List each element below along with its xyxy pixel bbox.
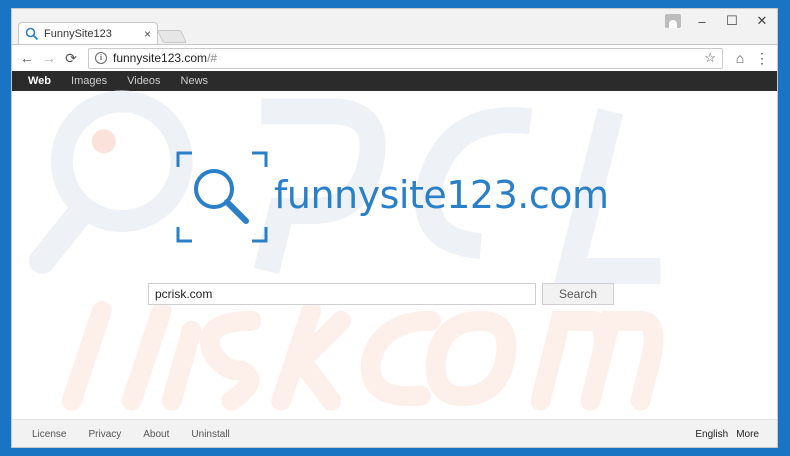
tab-close-icon[interactable]: ×	[144, 27, 151, 41]
logo-text: funnysite123.com	[274, 173, 609, 217]
footer: License Privacy About Uninstall English …	[12, 419, 777, 447]
browser-window: FunnySite123 × – ☐ ✕ ← → ⟳ i funnysite12…	[11, 8, 778, 448]
footer-link-about[interactable]: About	[143, 429, 169, 440]
back-button[interactable]: ←	[16, 47, 38, 69]
profile-icon[interactable]	[665, 14, 681, 28]
search-button[interactable]: Search	[542, 283, 614, 305]
footer-link-license[interactable]: License	[32, 429, 66, 440]
tab-title: FunnySite123	[44, 28, 112, 40]
site-logo: funnysite123.com	[176, 151, 636, 243]
window-controls: – ☐ ✕	[665, 9, 777, 33]
bookmark-star-icon[interactable]: ☆	[704, 50, 716, 66]
pcrisk-watermark	[28, 90, 664, 411]
new-tab-button[interactable]	[156, 30, 188, 43]
nav-images[interactable]: Images	[61, 75, 117, 87]
page-content: Web Images Videos News funnysite123.com …	[12, 71, 777, 447]
top-navigation: Web Images Videos News	[12, 71, 777, 91]
search-input[interactable]	[148, 283, 536, 305]
nav-web[interactable]: Web	[18, 75, 61, 87]
close-window-button[interactable]: ✕	[747, 9, 777, 33]
browser-menu-button[interactable]: ⋮	[751, 47, 773, 69]
minimize-button[interactable]: –	[687, 9, 717, 33]
magnifier-logo-icon	[176, 151, 268, 243]
browser-tab[interactable]: FunnySite123 ×	[18, 22, 158, 45]
title-bar: FunnySite123 × – ☐ ✕	[12, 9, 777, 45]
nav-news[interactable]: News	[171, 75, 219, 87]
url-host: funnysite123.com	[113, 51, 208, 65]
footer-link-uninstall[interactable]: Uninstall	[191, 429, 229, 440]
url-path: /#	[207, 51, 218, 65]
footer-more[interactable]: More	[736, 429, 759, 440]
footer-link-privacy[interactable]: Privacy	[88, 429, 121, 440]
maximize-button[interactable]: ☐	[717, 9, 747, 33]
footer-language[interactable]: English	[695, 429, 728, 440]
nav-videos[interactable]: Videos	[117, 75, 170, 87]
browser-toolbar: ← → ⟳ i funnysite123.com /# ☆ ⌂ ⋮	[12, 44, 777, 71]
home-button[interactable]: ⌂	[729, 47, 751, 69]
magnifier-favicon-icon	[25, 27, 39, 41]
address-bar[interactable]: i funnysite123.com /# ☆	[88, 47, 723, 69]
forward-button[interactable]: →	[38, 47, 60, 69]
info-icon[interactable]: i	[95, 52, 107, 64]
reload-button[interactable]: ⟳	[60, 47, 82, 69]
